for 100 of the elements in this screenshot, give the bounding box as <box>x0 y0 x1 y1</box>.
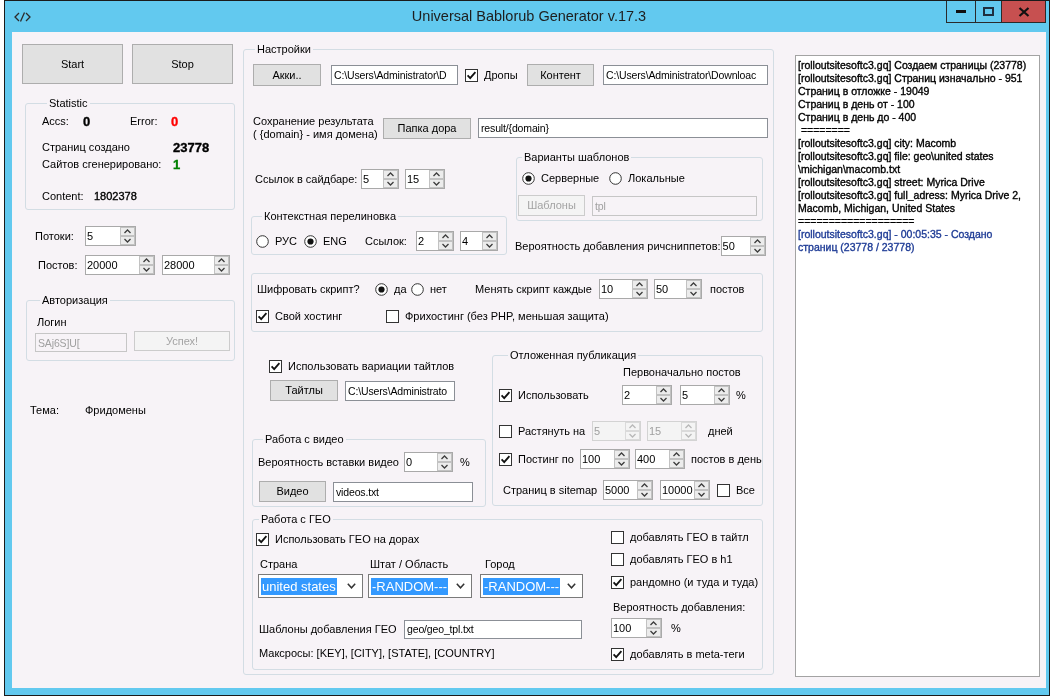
log-textbox[interactable] <box>795 55 1040 677</box>
content-button[interactable]: Контент <box>527 64 594 86</box>
log-line: [rolloutsitesoftc3.gq] Страниц изначально - 951 <box>798 72 1023 85</box>
number-spinner[interactable]: 50 <box>654 279 702 299</box>
checkbox[interactable] <box>256 533 269 546</box>
chevron-up-icon[interactable] <box>632 280 647 289</box>
checkbox[interactable] <box>386 310 399 323</box>
number-spinner[interactable]: 5 <box>85 226 136 246</box>
checkbox[interactable] <box>611 553 624 566</box>
checkbox[interactable] <box>499 452 512 466</box>
hint-text: ( {domain} - имя домена) <box>253 128 378 141</box>
radio-button[interactable] <box>304 234 317 248</box>
unit-label: % <box>460 455 470 469</box>
radio-button[interactable] <box>375 282 388 296</box>
field-label: Тема: <box>30 404 59 416</box>
number-spinner[interactable]: 10000 <box>660 480 710 500</box>
chevron-up-icon[interactable] <box>120 227 135 236</box>
chevron-up-icon[interactable] <box>437 453 452 462</box>
number-spinner[interactable]: 50 <box>720 236 766 256</box>
log-line: [rolloutsitesoftc3.gq] file: geo\united states <box>798 150 994 163</box>
window-title: Universal Bablorub Generator v.17.3 <box>411 6 647 25</box>
radio-label: Локальные <box>628 172 685 185</box>
number-spinner[interactable]: 5 <box>680 385 730 405</box>
chevron-up-icon[interactable] <box>214 256 229 265</box>
chevron-up-icon[interactable] <box>429 170 444 179</box>
chevron-up-icon[interactable] <box>482 232 497 241</box>
log-line: [rolloutsitesoftc3.gq] Создаем страницы (23778) <box>798 59 1027 72</box>
number-spinner[interactable]: 28000 <box>162 255 230 275</box>
chevron-up-icon[interactable] <box>139 256 154 265</box>
chevron-up-icon[interactable] <box>438 232 453 241</box>
log-line: Страниц в отложке - 19049 <box>798 85 930 98</box>
checkbox[interactable] <box>611 531 624 544</box>
number-spinner[interactable]: 2 <box>416 231 454 251</box>
checkbox[interactable] <box>499 424 512 438</box>
number-spinner[interactable]: 100 <box>611 618 662 638</box>
number-spinner[interactable]: 0 <box>404 452 453 472</box>
path-field[interactable]: C:\Users\Administrator\Downloac <box>603 65 768 85</box>
number-spinner[interactable]: 100 <box>580 449 630 469</box>
path-field[interactable]: result/{domain} <box>478 118 768 138</box>
path-field[interactable]: C:\Users\Administrator\D <box>331 65 458 85</box>
number-spinner[interactable]: 10 <box>599 279 648 299</box>
stat-label: Accs: <box>42 115 69 127</box>
field-label: Вероятность вставки видео <box>258 455 399 468</box>
path-field[interactable]: C:\Users\Administrato <box>345 380 455 401</box>
group-title: Statistic <box>48 97 89 110</box>
chevron-up-icon[interactable] <box>646 619 661 628</box>
checkbox[interactable] <box>611 648 624 661</box>
number-spinner[interactable]: 4 <box>460 231 498 251</box>
unit-label: постов в день <box>691 452 762 466</box>
checkbox[interactable] <box>269 360 282 373</box>
close-icon <box>1017 6 1030 17</box>
field-label: Страна <box>260 558 298 571</box>
field-label: Штат / Область <box>370 558 449 571</box>
number-spinner[interactable]: 5000 <box>603 480 653 500</box>
accounts-button[interactable]: Акки.. <box>253 64 321 86</box>
number-spinner[interactable]: 2 <box>622 385 672 405</box>
chevron-up-icon[interactable] <box>383 170 398 179</box>
titles-button[interactable]: Тайтлы <box>270 380 338 401</box>
path-field[interactable]: videos.txt <box>333 481 473 502</box>
chevron-down-icon[interactable] <box>347 583 356 589</box>
radio-button[interactable] <box>609 172 622 185</box>
checkbox-label: Растянуть на <box>518 424 586 438</box>
chevron-up-icon[interactable] <box>614 450 629 459</box>
stop-button[interactable]: Stop <box>132 44 233 84</box>
field-label: Постов: <box>38 258 78 271</box>
chevron-up-icon[interactable] <box>749 237 765 246</box>
code-icon[interactable] <box>14 11 31 22</box>
log-line: Страниц в день от - 100 <box>798 98 915 111</box>
stat-label: Error: <box>130 115 158 127</box>
radio-button[interactable] <box>522 172 535 185</box>
radio-button[interactable] <box>256 234 269 248</box>
chevron-up-icon[interactable] <box>694 481 709 490</box>
unit-label: дней <box>708 424 733 438</box>
field-label: Вероятность добавления ричсниппетов: <box>515 239 721 253</box>
video-button[interactable]: Видео <box>259 481 326 502</box>
checkbox[interactable] <box>499 388 512 402</box>
checkbox[interactable] <box>256 310 269 323</box>
field-label: Шифровать скрипт? <box>257 282 360 295</box>
checkbox-label: Использовать <box>518 388 589 402</box>
chevron-up-icon[interactable] <box>669 450 684 459</box>
chevron-down-icon[interactable] <box>456 583 465 589</box>
radio-label: нет <box>430 282 447 296</box>
radio-label: РУС <box>275 234 298 248</box>
chevron-up-icon[interactable] <box>656 386 671 395</box>
path-field[interactable]: geo/geo_tpl.txt <box>404 620 582 639</box>
checkbox[interactable] <box>465 68 478 82</box>
checkbox[interactable] <box>717 483 730 497</box>
number-spinner[interactable]: 400 <box>635 449 685 469</box>
chevron-up-icon[interactable] <box>686 280 701 289</box>
folder-button[interactable]: Папка дора <box>383 117 471 139</box>
number-spinner[interactable]: 20000 <box>85 255 155 275</box>
chevron-down-icon[interactable] <box>567 583 576 589</box>
checkbox[interactable] <box>611 576 624 589</box>
chevron-up-icon[interactable] <box>637 481 652 490</box>
number-spinner[interactable]: 15 <box>405 169 445 189</box>
close-button[interactable] <box>1001 1 1045 22</box>
chevron-up-icon[interactable] <box>714 386 729 395</box>
number-spinner[interactable]: 5 <box>361 169 399 189</box>
radio-button[interactable] <box>411 282 424 296</box>
start-button[interactable]: Start <box>22 44 123 84</box>
